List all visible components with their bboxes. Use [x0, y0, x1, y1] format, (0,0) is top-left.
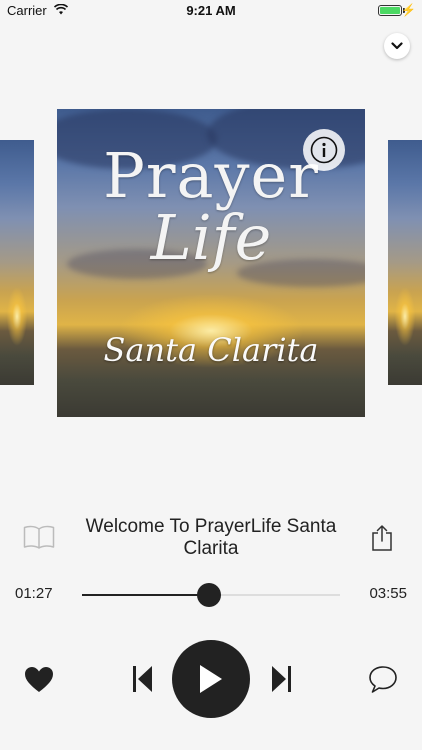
- play-button[interactable]: [172, 640, 250, 718]
- artwork-title-line2: Life: [150, 201, 272, 274]
- total-time: 03:55: [369, 585, 407, 602]
- artwork-subtitle: Santa Clarita: [103, 331, 319, 369]
- collapse-button[interactable]: [384, 33, 410, 59]
- previous-artwork[interactable]: [0, 140, 34, 385]
- next-artwork[interactable]: [388, 140, 422, 385]
- skip-previous-icon[interactable]: [132, 665, 154, 693]
- progress-slider[interactable]: [82, 583, 340, 607]
- status-bar: Carrier 9:21 AM ⚡: [0, 0, 422, 22]
- charging-icon: ⚡: [401, 3, 416, 17]
- progress-fill: [82, 594, 210, 596]
- info-button[interactable]: [303, 129, 345, 171]
- info-circle-icon: [310, 136, 338, 164]
- book-icon[interactable]: [23, 525, 55, 549]
- track-title: Welcome To PrayerLife Santa Clarita: [85, 516, 337, 559]
- progress-thumb[interactable]: [197, 583, 222, 607]
- comment-icon[interactable]: [368, 664, 398, 694]
- battery-icon: [378, 5, 402, 16]
- share-icon[interactable]: [371, 524, 393, 552]
- heart-icon[interactable]: [24, 666, 54, 693]
- chevron-down-icon: [391, 42, 403, 50]
- elapsed-time: 01:27: [15, 585, 53, 602]
- album-artwork[interactable]: Prayer Life Santa Clarita: [57, 109, 365, 417]
- clock: 9:21 AM: [186, 3, 236, 18]
- skip-next-icon[interactable]: [270, 665, 292, 693]
- play-icon: [200, 665, 222, 693]
